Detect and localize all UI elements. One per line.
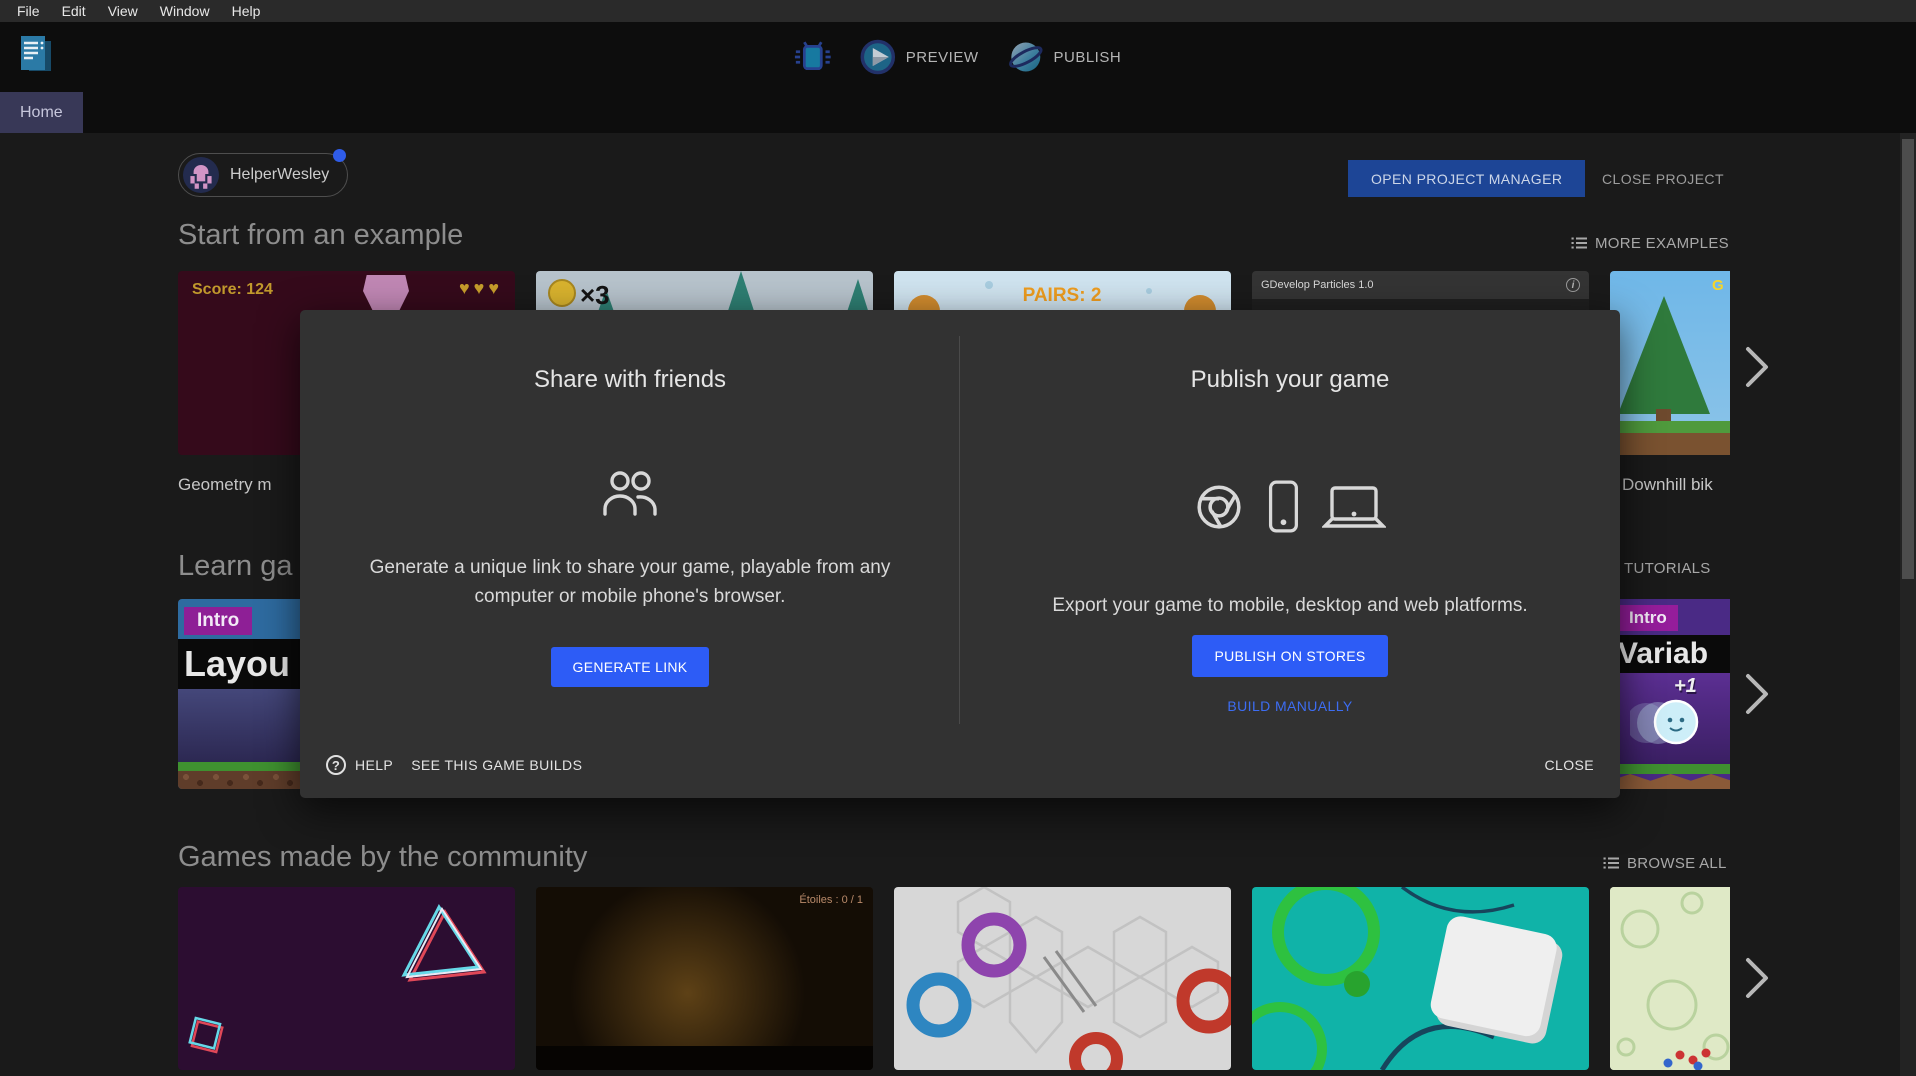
publish-description: Export your game to mobile, desktop and … (1052, 591, 1527, 620)
examples-next-button[interactable] (1744, 345, 1770, 389)
particles-header: GDevelop Particles 1.0 i (1252, 271, 1589, 299)
smartphone-icon (1262, 478, 1304, 536)
examples-section-title: Start from an example (178, 219, 463, 252)
example-caption-geometry[interactable]: Geometry m (178, 475, 272, 495)
ghost-character (1630, 695, 1704, 751)
publish-on-stores-button[interactable]: PUBLISH ON STORES (1192, 635, 1387, 677)
globe-icon (1006, 38, 1044, 76)
particles-title: GDevelop Particles 1.0 (1261, 279, 1374, 291)
share-column: Share with friends Generate a unique lin… (300, 310, 960, 687)
user-chip[interactable]: HelperWesley (178, 153, 348, 197)
toolbar-center: PREVIEW PUBLISH (787, 38, 1129, 76)
ground-silhouette (536, 1046, 873, 1070)
menu-item-edit[interactable]: Edit (51, 3, 97, 19)
scrollbar-track[interactable] (1900, 133, 1916, 1076)
debugger-button[interactable] (787, 39, 839, 75)
coin-count-label: ×3 (580, 280, 610, 310)
community-section-title: Games made by the community (178, 841, 587, 874)
tab-home[interactable]: Home (0, 92, 83, 133)
username: HelperWesley (230, 166, 329, 184)
publish-title: Publish your game (1191, 366, 1390, 394)
tutorials-next-button[interactable] (1744, 672, 1770, 716)
chevron-right-icon (1744, 672, 1770, 716)
menu-bar: File Edit View Window Help (0, 0, 1916, 22)
dialog-footer: ? HELP SEE THIS GAME BUILDS CLOSE (300, 750, 1620, 780)
stars-counter: Étoiles : 0 / 1 (799, 894, 863, 906)
list-icon (1570, 234, 1588, 252)
list-icon (1602, 854, 1620, 872)
example-card-downhill[interactable]: G (1610, 271, 1730, 455)
debugger-bug-icon (795, 39, 831, 75)
toolbar: PREVIEW PUBLISH (0, 22, 1916, 92)
close-project-button[interactable]: CLOSE PROJECT (1602, 160, 1724, 197)
grass-strip (1610, 764, 1730, 774)
browse-all-button[interactable]: BROWSE ALL (1602, 854, 1727, 872)
avatar (183, 157, 219, 193)
help-icon: ? (326, 755, 346, 775)
community-card-cube[interactable] (1252, 887, 1589, 1070)
grass-strip (1610, 421, 1730, 433)
open-project-manager-button[interactable]: OPEN PROJECT MANAGER (1348, 160, 1585, 197)
platform-icons (1194, 478, 1386, 536)
build-manually-link[interactable]: BUILD MANUALLY (1227, 698, 1352, 714)
tree-shape (1618, 296, 1710, 414)
laptop-icon (1322, 483, 1386, 531)
example-caption-downhill[interactable]: Downhill bik (1622, 475, 1713, 495)
menu-item-window[interactable]: Window (149, 3, 221, 19)
tutorials-label: TUTORIALS (1624, 560, 1711, 577)
menu-item-view[interactable]: View (97, 3, 149, 19)
chrome-icon (1194, 482, 1244, 532)
menu-item-help[interactable]: Help (221, 3, 272, 19)
more-examples-button[interactable]: MORE EXAMPLES (1570, 234, 1729, 252)
publish-button[interactable]: PUBLISH (998, 38, 1129, 76)
browse-all-label: BROWSE ALL (1627, 855, 1727, 872)
intro-badge: Intro (1618, 605, 1678, 631)
glow (536, 887, 873, 1070)
learn-section-title: Learn ga (178, 550, 293, 583)
info-icon[interactable]: i (1566, 278, 1580, 292)
spikes-strip (1610, 774, 1730, 789)
preview-label: PREVIEW (906, 49, 979, 66)
help-label: HELP (355, 757, 393, 773)
generate-link-button[interactable]: GENERATE LINK (551, 647, 710, 687)
community-carousel: Étoiles : 0 / 1 (178, 887, 1730, 1070)
dirt-strip (1610, 433, 1730, 455)
tutorial-title-band: Variab (1610, 635, 1730, 673)
community-card-bubbles[interactable] (1610, 887, 1730, 1070)
publish-column: Publish your game (960, 310, 1620, 714)
pairs-label: PAIRS: 2 (1023, 285, 1102, 306)
score-label: Score: 124 (192, 281, 273, 299)
chevron-right-icon (1744, 345, 1770, 389)
community-next-button[interactable] (1744, 956, 1770, 1000)
hearts-icons: ♥♥♥ (459, 278, 503, 299)
corner-label: G (1712, 277, 1724, 294)
tutorial-card-variables[interactable]: Variab Intro +1 (1610, 599, 1730, 789)
menu-item-file[interactable]: File (6, 3, 51, 19)
help-button[interactable]: ? HELP (326, 755, 393, 775)
close-dialog-button[interactable]: CLOSE (1545, 757, 1594, 773)
publish-label: PUBLISH (1053, 49, 1121, 66)
community-card-hexagons[interactable] (894, 887, 1231, 1070)
share-description: Generate a unique link to share your gam… (340, 553, 920, 611)
community-card-night[interactable]: Étoiles : 0 / 1 (536, 887, 873, 1070)
community-card-neon[interactable] (178, 887, 515, 1070)
chevron-right-icon (1744, 956, 1770, 1000)
scrollbar-thumb[interactable] (1902, 139, 1914, 579)
tab-bar: Home (0, 92, 1916, 133)
more-examples-label: MORE EXAMPLES (1595, 235, 1729, 252)
share-title: Share with friends (534, 366, 726, 394)
intro-badge: Intro (184, 607, 252, 635)
play-icon (859, 38, 897, 76)
share-dialog: Share with friends Generate a unique lin… (300, 310, 1620, 798)
see-game-builds-button[interactable]: SEE THIS GAME BUILDS (411, 757, 582, 773)
people-icon (602, 470, 658, 516)
notification-dot (333, 149, 346, 162)
preview-button[interactable]: PREVIEW (851, 38, 987, 76)
project-manager-icon[interactable] (16, 32, 58, 80)
